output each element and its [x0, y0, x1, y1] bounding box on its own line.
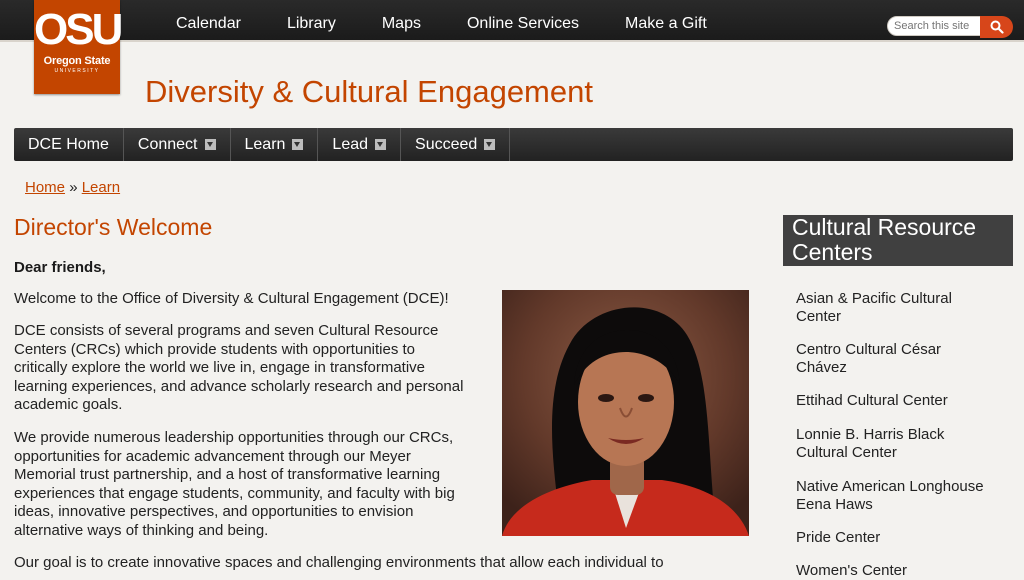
- paragraph-line: Centers (CRCs) which provide students wi…: [14, 340, 416, 358]
- breadcrumb-home[interactable]: Home: [25, 179, 65, 196]
- chevron-down-icon: [484, 139, 496, 150]
- paragraph-line: academic goals.: [14, 396, 123, 414]
- top-nav-maps[interactable]: Maps: [382, 0, 421, 40]
- site-search: [887, 16, 1013, 38]
- paragraph-welcome: Welcome to the Office of Diversity & Cul…: [14, 290, 449, 307]
- paragraph-line: ideas, innovative perspectives, and oppo…: [14, 503, 414, 521]
- sidebar-item-native-american-longhouse[interactable]: Native American Longhouse Eena Haws: [796, 478, 984, 513]
- nav-label: Succeed: [415, 136, 478, 153]
- breadcrumb-separator: »: [69, 179, 78, 196]
- top-nav-online-services[interactable]: Online Services: [467, 0, 579, 40]
- search-icon: [990, 20, 1004, 34]
- nav-label: Learn: [244, 136, 286, 153]
- paragraph-line: We provide numerous leadership opportuni…: [14, 429, 454, 446]
- sidebar-item-label: Centro Cultural César: [796, 341, 942, 358]
- sidebar-item-label: Lonnie B. Harris Black: [796, 426, 945, 443]
- sidebar-item-label: Pride Center: [796, 529, 881, 546]
- logo-subtitle: Oregon State: [43, 55, 111, 67]
- sidebar-item-label: Eena Haws: [796, 495, 873, 513]
- sidebar-item-black-cultural-center[interactable]: Lonnie B. Harris Black Cultural Center: [796, 426, 944, 461]
- top-nav-make-a-gift[interactable]: Make a Gift: [625, 0, 707, 40]
- sidebar-item-ettihad[interactable]: Ettihad Cultural Center: [796, 392, 948, 410]
- nav-dce-home[interactable]: DCE Home: [14, 128, 124, 161]
- paragraph-line: opportunities for academic advancement t…: [14, 447, 411, 465]
- top-bar: Calendar Library Maps Online Services Ma…: [0, 0, 1024, 42]
- sidebar-item-asian-pacific[interactable]: Asian & Pacific Cultural Center: [796, 290, 952, 325]
- page-title: Director's Welcome: [14, 214, 213, 240]
- sidebar-item-label: Center: [796, 307, 842, 325]
- nav-learn[interactable]: Learn: [231, 128, 319, 161]
- nav-label: Lead: [332, 136, 369, 153]
- osu-logo[interactable]: OSU Oregon State UNIVERSITY: [34, 0, 123, 94]
- sidebar-heading-line: Cultural Resource: [792, 214, 977, 240]
- top-nav-library[interactable]: Library: [287, 0, 336, 40]
- top-nav: Calendar Library Maps Online Services Ma…: [176, 0, 753, 40]
- sidebar-item-label: Women's Center: [796, 562, 907, 579]
- chevron-down-icon: [375, 139, 387, 150]
- sidebar-item-label: Native American Longhouse: [796, 478, 984, 495]
- greeting: Dear friends,: [14, 259, 106, 276]
- breadcrumb-learn[interactable]: Learn: [82, 179, 120, 196]
- sidebar-heading-line: Centers: [792, 239, 873, 265]
- nav-lead[interactable]: Lead: [318, 128, 402, 161]
- director-photo: [502, 290, 749, 536]
- site-title[interactable]: Diversity & Cultural Engagement: [145, 74, 593, 110]
- breadcrumb: Home » Learn: [25, 179, 120, 196]
- logo-university: UNIVERSITY: [54, 68, 100, 74]
- sidebar-item-label: Ettihad Cultural Center: [796, 392, 948, 409]
- sidebar-item-pride-center[interactable]: Pride Center: [796, 529, 880, 547]
- sidebar-item-label: Chávez: [796, 358, 847, 376]
- paragraph-line: DCE consists of several programs and sev…: [14, 322, 439, 339]
- paragraph-goal: Our goal is to create innovative spaces …: [14, 554, 664, 571]
- logo-wordmark: OSU: [34, 5, 123, 54]
- paragraph-line: critically explore the world we live in,…: [14, 359, 426, 377]
- sidebar-item-label: Asian & Pacific Cultural: [796, 290, 952, 307]
- paragraph-line: learning experiences, and advance schola…: [14, 377, 464, 395]
- nav-label: DCE Home: [28, 136, 109, 153]
- search-input[interactable]: [887, 16, 981, 36]
- chevron-down-icon: [204, 139, 216, 150]
- main-nav: DCE Home Connect Learn Lead Succeed: [14, 128, 1013, 161]
- sidebar-heading: Cultural Resource Centers: [783, 215, 1013, 266]
- paragraph-opportunities: We provide numerous leadership opportuni…: [14, 429, 455, 541]
- paragraph-line: alternative ways of thinking and being.: [14, 521, 269, 539]
- nav-label: Connect: [137, 136, 198, 153]
- chevron-down-icon: [292, 139, 304, 150]
- paragraph-line: Memorial trust partnership, and a host o…: [14, 466, 441, 484]
- nav-succeed[interactable]: Succeed: [401, 128, 511, 161]
- sidebar-item-centro-cultural[interactable]: Centro Cultural César Chávez: [796, 341, 941, 376]
- sidebar-item-womens-center[interactable]: Women's Center: [796, 562, 907, 580]
- paragraph-line: experiences that engage students, commun…: [14, 484, 455, 502]
- search-button[interactable]: [980, 16, 1013, 38]
- nav-connect[interactable]: Connect: [124, 128, 231, 161]
- paragraph-about: DCE consists of several programs and sev…: [14, 322, 463, 415]
- sidebar-item-label: Cultural Center: [796, 443, 897, 461]
- top-nav-calendar[interactable]: Calendar: [176, 0, 241, 40]
- portrait-image: [502, 290, 749, 536]
